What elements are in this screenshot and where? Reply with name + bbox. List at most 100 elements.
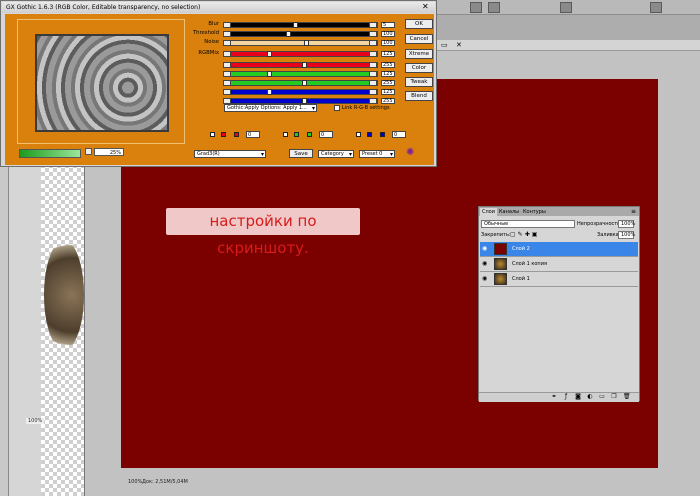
slider-thumb[interactable] [286,31,291,37]
slider-track[interactable] [223,22,378,28]
trash-icon[interactable]: 🗑 [623,394,631,400]
dialog-close-icon[interactable]: ✕ [422,2,429,12]
mini-chip-blue-2[interactable] [380,132,385,137]
workspace-icon[interactable] [650,2,662,13]
layer-row[interactable]: ◉ Слой 2 [480,242,638,257]
mini-chip-red[interactable] [221,132,226,137]
save-button[interactable]: Save [289,149,313,158]
ok-button[interactable]: OK [405,19,433,29]
mini-field-red[interactable]: 0 [246,131,260,138]
cancel-button[interactable]: Cancel [405,34,433,44]
slider-left-arrow-icon[interactable] [224,41,231,45]
slider-thumb[interactable] [292,22,298,28]
slider-value-field[interactable]: 255 [381,62,395,68]
slider-thumb[interactable] [267,89,273,95]
slider-left-arrow-icon[interactable] [224,63,231,67]
mini-chip-red-2[interactable] [234,132,239,137]
layer-row[interactable]: ◉ Слой 1 копия [480,257,638,272]
slider-track[interactable] [223,89,378,95]
visibility-eye-icon[interactable]: ◉ [482,261,489,267]
mask-icon[interactable]: ◙ [575,394,581,400]
slider-right-arrow-icon[interactable] [369,90,377,94]
arrange-icon[interactable] [470,2,482,13]
visibility-eye-icon[interactable]: ◉ [482,276,489,282]
mini-arrow-blue[interactable] [356,132,361,137]
tweak-button[interactable]: Tweak [405,77,433,87]
lock-icons[interactable]: ▢✎✚▣ [510,231,539,238]
slider-value-field[interactable]: 255 [381,80,395,86]
tab-layers[interactable]: Слои [480,208,497,216]
slider-right-arrow-icon[interactable] [369,81,377,85]
slider-left-arrow-icon[interactable] [224,72,231,76]
mini-field-green[interactable]: 0 [319,131,333,138]
preview-image[interactable] [35,34,169,132]
slider-left-arrow-icon[interactable] [224,99,231,103]
xtreme-button[interactable]: Xtreme [405,49,433,59]
mini-chip-blue[interactable] [367,132,372,137]
preset-number-select[interactable]: Preset 0 [359,150,395,158]
slider-value-field[interactable]: 125 [381,71,395,77]
slider-value-field[interactable]: 100 [381,40,395,46]
blend-mode-select[interactable]: Обычные [481,220,575,228]
slider-value-field[interactable]: 255 [381,98,395,104]
slider-right-arrow-icon[interactable] [369,32,377,36]
slider-thumb[interactable] [267,71,273,77]
visibility-eye-icon[interactable]: ◉ [482,246,489,252]
slider-track[interactable] [223,80,378,86]
preset-select[interactable]: Grad3(R) [194,150,266,158]
mini-arrow-red[interactable] [210,132,215,137]
slider-right-arrow-icon[interactable] [369,52,377,56]
slider-right-arrow-icon[interactable] [369,41,377,45]
slider-left-arrow-icon[interactable] [224,52,231,56]
panel-menu-icon[interactable]: ≡ [631,207,636,216]
group-icon[interactable]: ▭ [599,394,605,400]
category-select[interactable]: Category [318,150,354,158]
slider-track[interactable] [223,51,378,57]
slider-track[interactable] [223,40,378,46]
slider-left-arrow-icon[interactable] [224,32,231,36]
options-select[interactable]: Gothic:Apply Options: Apply 1... [224,104,317,112]
zoom-button[interactable] [85,148,92,155]
slider-left-arrow-icon[interactable] [224,90,231,94]
fx-icon[interactable]: ƒ [563,394,569,400]
mini-arrow-green[interactable] [283,132,288,137]
slider-left-arrow-icon[interactable] [224,23,231,27]
link-layers-icon[interactable]: ⚭ [551,394,557,400]
mini-chip-green-2[interactable] [307,132,312,137]
slider-value-field[interactable]: 5 [381,22,395,28]
tab-channels[interactable]: Каналы [497,208,521,216]
layer-row[interactable]: ◉ Слой 1 [480,272,638,287]
slider-track[interactable] [223,31,378,37]
tab-paths[interactable]: Контуры [521,208,548,216]
slider-thumb[interactable] [267,51,273,57]
mini-chip-green[interactable] [294,132,299,137]
fill-label: Заливка: [597,232,621,238]
slider-value-field[interactable]: 125 [381,51,395,57]
slider-value-field[interactable]: 125 [381,89,395,95]
status-zoom: 100% [128,479,143,485]
new-layer-icon[interactable]: ❐ [611,394,617,400]
opacity-field[interactable]: 100% [618,220,635,228]
slider-left-arrow-icon[interactable] [224,81,231,85]
close-icon[interactable]: ✕ [456,41,462,49]
slider-track[interactable] [223,71,378,77]
slider-thumb[interactable] [303,40,309,46]
slider-thumb[interactable] [302,80,308,86]
slider-right-arrow-icon[interactable] [369,72,377,76]
slider-right-arrow-icon[interactable] [369,23,377,27]
zoom-field[interactable]: 25% [94,148,124,156]
blend-button[interactable]: Blend [405,91,433,101]
link-rgb-checkbox[interactable] [334,105,340,111]
slider-value-field[interactable]: 100 [381,31,395,37]
color-button[interactable]: Color [405,63,433,73]
mini-field-blue[interactable]: 0 [392,131,406,138]
adjustment-icon[interactable]: ◐ [587,394,593,400]
fill-field[interactable]: 100% [618,231,635,239]
zoom-tool-icon[interactable] [560,2,572,13]
slider-right-arrow-icon[interactable] [369,63,377,67]
minimize-icon[interactable]: ▭ [441,41,448,49]
screen-mode-icon[interactable] [488,2,500,13]
slider-track[interactable] [223,62,378,68]
slider-thumb[interactable] [302,62,308,68]
slider-right-arrow-icon[interactable] [369,99,377,103]
